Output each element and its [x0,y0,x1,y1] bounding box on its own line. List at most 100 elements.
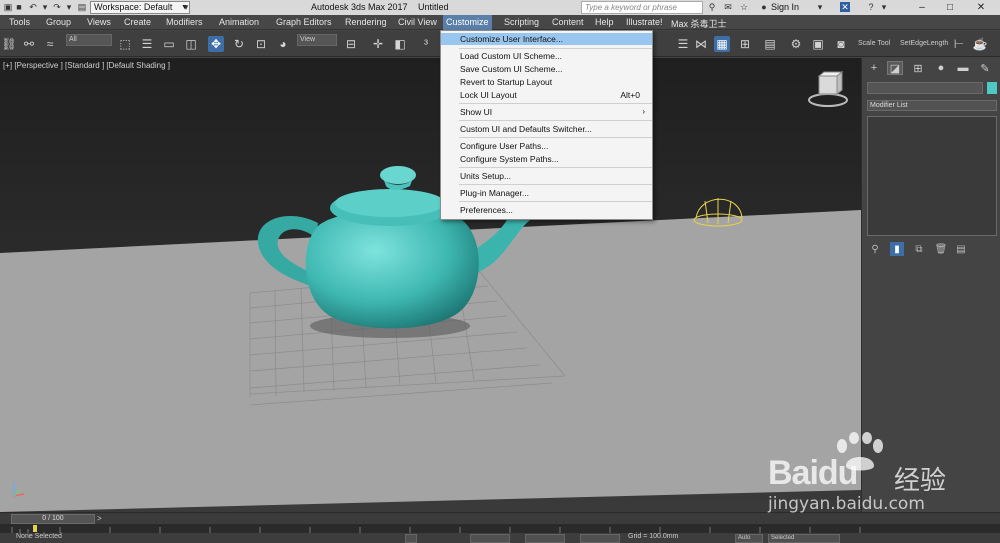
select-object-icon[interactable]: ⬚ [117,36,133,52]
workspace-selector[interactable]: Workspace: Default ▼ [90,1,190,14]
y-coordinate-field[interactable] [525,534,565,543]
show-end-result-icon[interactable]: ▮ [890,242,904,256]
favorites-star-icon[interactable]: ☆ [739,2,749,12]
menu-civil-view[interactable]: Civil View [398,17,437,27]
save-icon[interactable]: ■ [14,2,24,12]
menu-animation[interactable]: Animation [219,17,259,27]
key-filter-dropdown[interactable]: Selected [768,534,840,543]
perspective-viewport[interactable]: [+] [Perspective ] [Standard ] [Default … [0,58,861,512]
modifier-stack[interactable] [867,116,997,236]
pivot-center-icon[interactable]: ⊟ [343,36,359,52]
selection-filter-dropdown[interactable]: All [66,34,112,46]
redo-dropdown-icon[interactable]: ▾ [64,2,74,12]
pin-stack-icon[interactable]: ⚲ [868,242,882,256]
unlink-selection-icon[interactable]: ⚯ [21,36,37,52]
search-input[interactable]: Type a keyword or phrase [581,1,703,14]
configure-modifier-sets-icon[interactable]: ▤ [954,242,968,256]
track-bar[interactable] [0,524,1000,533]
menu-item-custom-ui-defaults-switcher[interactable]: Custom UI and Defaults Switcher... [441,123,652,135]
menu-rendering[interactable]: Rendering [345,17,387,27]
menu-item-plugin-manager[interactable]: Plug-in Manager... [441,187,652,199]
snaps-toggle-icon[interactable]: ³ [418,36,434,52]
select-and-place-icon[interactable]: ◕ [275,36,291,52]
menu-illustrate[interactable]: Illustrate! [626,17,663,27]
set-edge-length-icon[interactable]: ⊢ [951,36,967,52]
hierarchy-tab-icon[interactable]: ⊞ [910,61,926,75]
select-and-move-icon[interactable]: ✥ [208,36,224,52]
menu-modifiers[interactable]: Modifiers [166,17,203,27]
toggle-scene-explorer-icon[interactable]: ⊞ [737,36,753,52]
material-editor-icon[interactable]: ⚙ [788,36,804,52]
menu-max-antivirus[interactable]: Max 杀毒卫士 [671,17,727,30]
menu-customize[interactable]: Customize [443,15,492,30]
mirror-icon[interactable]: ⋈ [693,36,709,52]
named-selection-sets-icon[interactable]: ☰ [675,36,691,52]
create-tab-icon[interactable]: + [866,61,882,75]
motion-tab-icon[interactable]: ● [933,61,949,75]
select-and-scale-icon[interactable]: ⊡ [253,36,269,52]
menu-graph-editors[interactable]: Graph Editors [276,17,332,27]
menu-item-load-custom-ui-scheme[interactable]: Load Custom UI Scheme... [441,50,652,62]
select-and-link-icon[interactable]: ⛓ [1,36,17,52]
align-icon[interactable]: ▦ [714,36,730,52]
menu-item-units-setup[interactable]: Units Setup... [441,170,652,182]
sign-in-dropdown-icon[interactable]: ▾ [815,2,825,12]
utilities-tab-icon[interactable]: ✎ [977,61,993,75]
menu-item-configure-user-paths[interactable]: Configure User Paths... [441,140,652,152]
object-name-field[interactable] [867,82,983,94]
menu-item-lock-ui-layout[interactable]: Lock UI Layout Alt+0 [441,89,652,101]
binoculars-icon[interactable]: ⚲ [707,2,717,12]
exchange-apps-icon[interactable]: ✕ [840,2,850,12]
menu-content[interactable]: Content [552,17,584,27]
help-icon[interactable]: ? [866,2,876,12]
app-menu-icon[interactable]: ▣ [3,2,13,12]
object-color-swatch[interactable] [987,82,997,94]
close-button[interactable]: ✕ [972,1,990,14]
next-frame-arrow-icon[interactable]: > [97,514,102,523]
x-coordinate-field[interactable] [470,534,510,543]
rendered-frame-window-icon[interactable]: ◙ [833,36,849,52]
select-by-name-icon[interactable]: ☰ [139,36,155,52]
undo-dropdown-icon[interactable]: ▾ [40,2,50,12]
menu-tools[interactable]: Tools [9,17,30,27]
menu-scripting[interactable]: Scripting [504,17,539,27]
time-slider[interactable]: 0 / 100 [11,514,95,524]
project-folder-icon[interactable]: ▤ [77,2,87,12]
toggle-layer-explorer-icon[interactable]: ▤ [762,36,778,52]
viewport-label[interactable]: [+] [Perspective ] [Standard ] [Default … [3,61,170,70]
render-setup-icon[interactable]: ▣ [810,36,826,52]
menu-item-revert-to-startup-layout[interactable]: Revert to Startup Layout [441,76,652,88]
menu-item-preferences[interactable]: Preferences... [441,204,652,216]
z-coordinate-field[interactable] [580,534,620,543]
minimize-button[interactable]: – [913,1,931,14]
reference-coordinate-dropdown[interactable]: View [297,34,337,46]
render-teapot-icon[interactable]: ☕ [972,36,988,52]
maximize-button[interactable]: □ [941,1,959,14]
make-unique-icon[interactable]: ⧉ [912,242,926,256]
modify-tab-icon[interactable]: ◪ [887,61,903,75]
menu-item-save-custom-ui-scheme[interactable]: Save Custom UI Scheme... [441,63,652,75]
auto-key-button[interactable]: Auto [735,534,763,543]
menu-item-configure-system-paths[interactable]: Configure System Paths... [441,153,652,165]
communication-center-icon[interactable]: ✉ [723,2,733,12]
help-dropdown-icon[interactable]: ▾ [879,2,889,12]
modifier-list-dropdown[interactable]: Modifier List [867,100,997,111]
absolute-mode-toggle[interactable] [405,534,417,543]
select-and-rotate-icon[interactable]: ↻ [231,36,247,52]
window-crossing-icon[interactable]: ◫ [183,36,199,52]
redo-icon[interactable]: ↷ [52,2,62,12]
rectangular-selection-icon[interactable]: ▭ [161,36,177,52]
undo-icon[interactable]: ↶ [28,2,38,12]
keyboard-shortcut-override-icon[interactable]: ◧ [392,36,408,52]
sign-in-link[interactable]: Sign In [771,2,799,12]
menu-views[interactable]: Views [87,17,111,27]
set-edge-length-label[interactable]: SetEdgeLength [900,40,948,47]
scale-tool-label[interactable]: Scale Tool [858,40,890,47]
menu-create[interactable]: Create [124,17,151,27]
menu-item-customize-user-interface[interactable]: Customize User Interface... [441,33,652,45]
menu-item-show-ui[interactable]: Show UI › [441,106,652,118]
menu-help[interactable]: Help [595,17,614,27]
manipulate-icon[interactable]: ✛ [370,36,386,52]
workspace-dropdown-icon[interactable]: ▾ [181,2,191,12]
menu-group[interactable]: Group [46,17,71,27]
